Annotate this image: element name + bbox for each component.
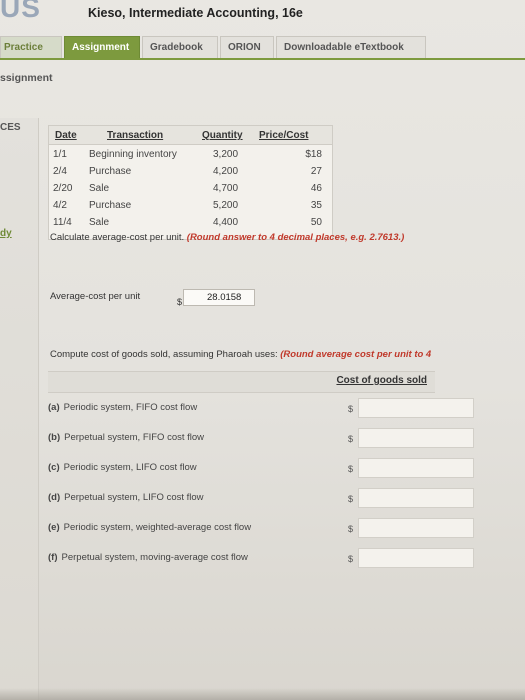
row-label: Perpetual system, LIFO cost flow <box>64 492 204 503</box>
row-letter: (d) <box>48 492 61 503</box>
col-header-transaction: Transaction <box>107 130 164 141</box>
cell-price: 35 <box>310 200 322 211</box>
table-row: (e) Periodic system, weighted-average cos… <box>48 514 474 543</box>
cell-quantity: 4,200 <box>213 166 239 177</box>
currency-symbol: $ <box>348 494 354 504</box>
course-title: Kieso, Intermediate Accounting, 16e <box>88 6 303 20</box>
tab-assignment[interactable]: Assignment <box>64 36 140 58</box>
table-row: (c) Periodic system, LIFO cost flow $ <box>48 454 474 483</box>
cogs-input-periodic-weighted-average[interactable] <box>358 518 474 538</box>
table-row: (b) Perpetual system, FIFO cost flow $ <box>48 424 474 453</box>
bottom-shadow <box>0 688 525 700</box>
cogs-input-perpetual-fifo[interactable] <box>358 428 474 448</box>
question-text: Calculate average-cost per unit. <box>50 232 187 243</box>
row-label: Periodic system, LIFO cost flow <box>63 462 197 473</box>
cogs-column-header: Cost of goods sold <box>336 375 427 386</box>
row-letter: (a) <box>48 402 60 413</box>
col-header-date: Date <box>55 130 77 141</box>
table-row: (d) Perpetual system, LIFO cost flow $ <box>48 484 474 513</box>
sidebar <box>0 118 39 700</box>
row-label: Periodic system, weighted-average cost f… <box>63 522 252 533</box>
cell-transaction: Purchase <box>89 166 132 177</box>
question-cogs: Compute cost of goods sold, assuming Pha… <box>50 349 431 360</box>
cell-date: 1/1 <box>53 149 67 160</box>
brand-logo: US <box>0 0 41 23</box>
tab-underline <box>0 58 525 60</box>
cell-date: 11/4 <box>53 217 72 228</box>
cell-quantity: 4,700 <box>213 183 239 194</box>
col-header-price: Price/Cost <box>259 130 309 141</box>
table-row: (a) Periodic system, FIFO cost flow $ <box>48 394 474 423</box>
cogs-input-perpetual-moving-average[interactable] <box>358 548 474 568</box>
cell-price: $18 <box>305 149 322 160</box>
tab-downloadable-etextbook[interactable]: Downloadable eTextbook <box>276 36 426 58</box>
cogs-input-periodic-lifo[interactable] <box>358 458 474 478</box>
currency-symbol: $ <box>348 464 354 474</box>
sidebar-label-study[interactable]: dy <box>0 228 12 239</box>
cell-price: 27 <box>310 166 322 177</box>
question-text: Compute cost of goods sold, assuming Pha… <box>50 349 281 360</box>
cell-quantity: 4,400 <box>213 217 239 228</box>
cell-date: 2/20 <box>53 183 73 194</box>
cogs-input-periodic-fifo[interactable] <box>358 398 474 418</box>
average-cost-label: Average-cost per unit <box>50 291 141 302</box>
currency-symbol: $ <box>348 434 354 444</box>
tab-practice[interactable]: Practice <box>0 36 62 58</box>
breadcrumb[interactable]: ssignment <box>0 72 53 84</box>
transactions-table: Date Transaction Quantity Price/Cost 1/1… <box>48 125 333 240</box>
cogs-input-perpetual-lifo[interactable] <box>358 488 474 508</box>
row-letter: (f) <box>48 552 58 563</box>
cell-date: 2/4 <box>53 166 67 177</box>
rounding-hint: (Round average cost per unit to 4 <box>280 349 432 360</box>
cell-transaction: Beginning inventory <box>89 149 177 160</box>
tab-gradebook[interactable]: Gradebook <box>142 36 218 58</box>
currency-symbol: $ <box>348 404 354 414</box>
cogs-table-header: Cost of goods sold <box>48 371 435 393</box>
cell-transaction: Sale <box>89 183 110 194</box>
question-average-cost: Calculate average-cost per unit. (Round … <box>50 232 404 243</box>
sidebar-label-resources[interactable]: CES <box>0 122 21 133</box>
average-cost-input[interactable]: 28.0158 <box>183 289 255 306</box>
cell-price: 46 <box>310 183 322 194</box>
page: US Kieso, Intermediate Accounting, 16e P… <box>0 0 525 700</box>
row-letter: (c) <box>48 462 60 473</box>
tab-orion[interactable]: ORION <box>220 36 274 58</box>
currency-symbol: $ <box>348 524 354 534</box>
currency-symbol: $ <box>348 554 354 564</box>
row-letter: (b) <box>48 432 61 443</box>
cell-transaction: Sale <box>89 217 110 228</box>
currency-symbol: $ <box>177 297 183 307</box>
table-row: (f) Perpetual system, moving-average cost… <box>48 544 474 573</box>
col-header-quantity: Quantity <box>202 130 243 141</box>
cell-quantity: 3,200 <box>213 149 239 160</box>
cell-transaction: Purchase <box>89 200 132 211</box>
cell-quantity: 5,200 <box>213 200 239 211</box>
row-label: Periodic system, FIFO cost flow <box>63 402 198 413</box>
row-label: Perpetual system, moving-average cost fl… <box>61 552 248 563</box>
cell-date: 4/2 <box>53 200 67 211</box>
row-letter: (e) <box>48 522 60 533</box>
tab-bar: Practice Assignment Gradebook ORION Down… <box>0 36 525 58</box>
cell-price: 50 <box>310 217 322 228</box>
row-label: Perpetual system, FIFO cost flow <box>64 432 205 443</box>
rounding-hint: (Round answer to 4 decimal places, e.g. … <box>186 232 405 243</box>
